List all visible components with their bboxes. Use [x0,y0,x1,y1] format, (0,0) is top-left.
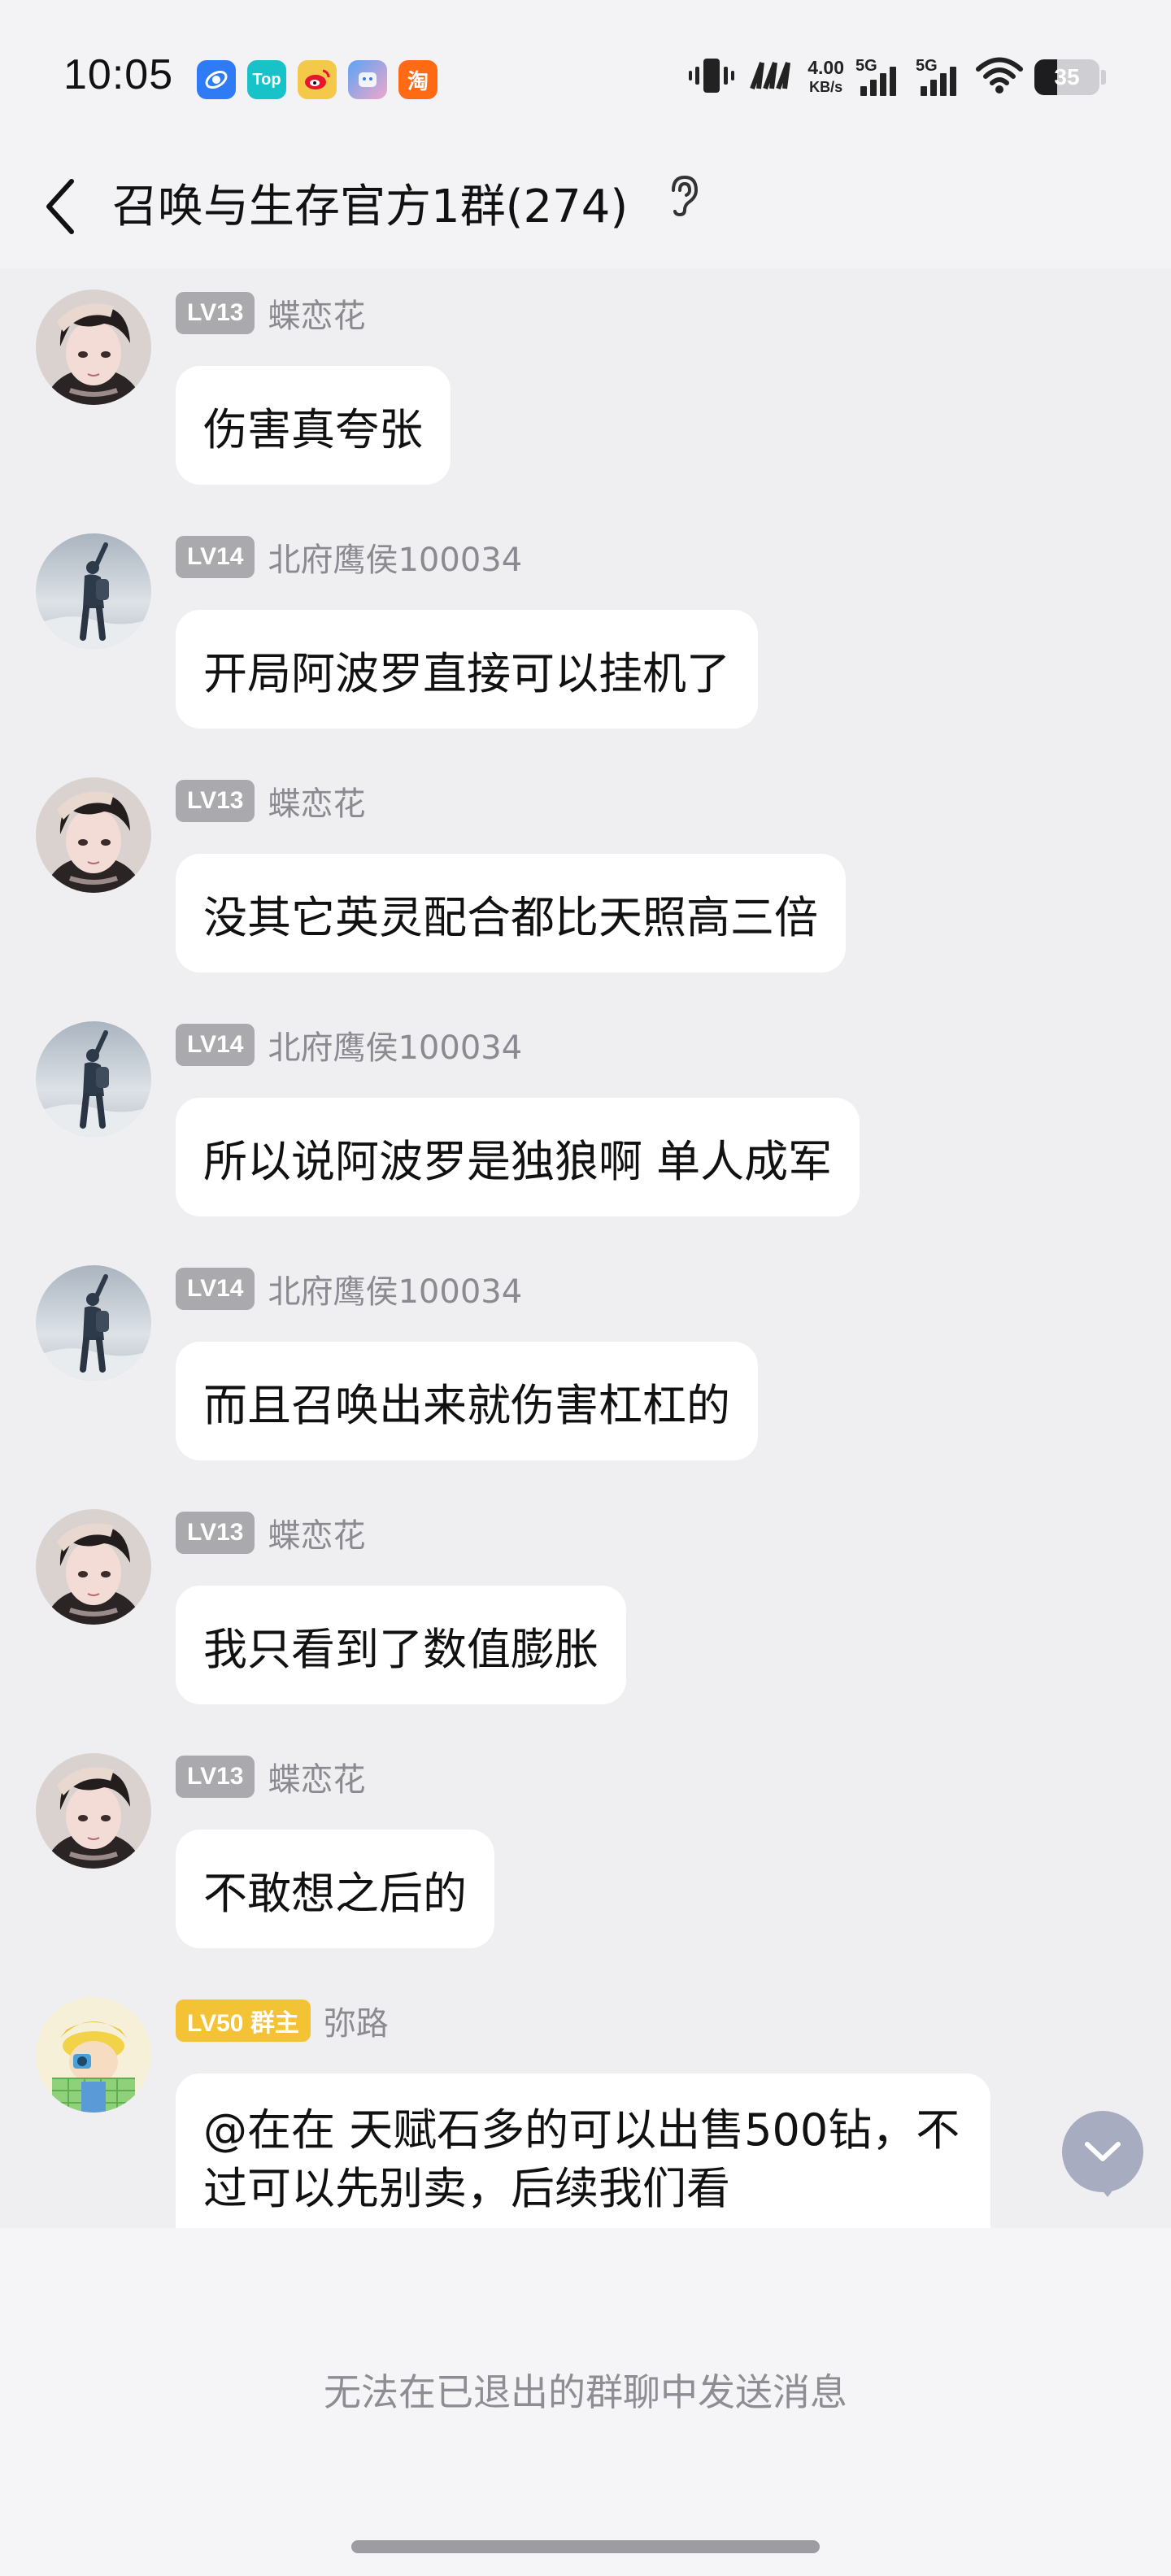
level-badge: LV13 [176,292,255,334]
message-row: LV14 北府鹰侯100034 而且召唤出来就伤害杠杠的 [0,1252,1171,1496]
level-badge: LV14 [176,1268,255,1310]
message-row: LV13 蝶恋花没其它英灵配合都比天照高三倍 [0,764,1171,1008]
message-bubble[interactable]: 我只看到了数值膨胀 [176,1586,626,1704]
sender-meta: LV13 蝶恋花 [176,1511,365,1555]
sender-meta: LV14 北府鹰侯100034 [176,1267,522,1311]
avatar[interactable] [36,533,151,649]
nfc-icon [747,59,796,95]
battery-indicator: 35 [1034,59,1099,95]
sender-meta: LV13 蝶恋花 [176,291,365,335]
ear-icon[interactable] [665,172,703,221]
level-badge: LV14 [176,536,255,578]
avatar[interactable] [36,1753,151,1869]
avatar[interactable] [36,289,151,405]
sender-name[interactable]: 北府鹰侯100034 [268,1265,522,1312]
chat-screen: 10:05 Top 淘 4.00 KB/s 5G 5G 35 召唤与生存官方1群… [0,0,1171,2576]
message-row: LV13 蝶恋花伤害真夸张 [0,276,1171,520]
status-time: 10:05 [63,51,174,98]
avatar[interactable] [36,1021,151,1137]
weibo-app-icon [298,60,337,99]
sender-meta: LV13 蝶恋花 [176,779,365,823]
sender-name[interactable]: 北府鹰侯100034 [268,533,522,581]
level-badge: LV13 [176,1756,255,1798]
level-badge: LV13 [176,780,255,822]
message-list[interactable]: LV13 蝶恋花 伤害真夸张 LV14 北府鹰侯100034 开局阿波罗直接可以挂机了 … [0,268,1171,2228]
message-bubble[interactable]: 没其它英灵配合都比天照高三倍 [176,854,846,973]
signal-1-icon: 5G [855,57,904,98]
browser-app-icon [197,60,236,99]
group-title[interactable]: 召唤与生存官方1群(274) [112,171,628,244]
exited-group-notice: 无法在已退出的群聊中发送消息 [324,2370,847,2414]
signal-2-icon: 5G [916,57,964,98]
scroll-to-bottom-button[interactable] [1062,2111,1143,2192]
notification-app-icons: Top 淘 [197,60,437,99]
level-badge: LV14 [176,1024,255,1066]
status-right-indicators: 4.00 KB/s 5G 5G 35 [687,50,1106,104]
message-bubble[interactable]: 不敢想之后的 [176,1830,494,1948]
finder-app-icon [348,60,387,99]
sender-name[interactable]: 蝶恋花 [268,1753,365,1800]
message-bubble[interactable]: 所以说阿波罗是独狼啊 单人成军 [176,1098,860,1216]
sender-meta: LV14 北府鹰侯100034 [176,535,522,579]
network-speed-unit: KB/s [809,79,843,95]
level-badge: LV13 [176,1512,255,1554]
message-bubble[interactable]: @在在 天赋石多的可以出售500钻，不过可以先别卖，后续我们看 [176,2073,990,2228]
message-bubble[interactable]: 伤害真夸张 [176,366,451,485]
level-badge: LV50 群主 [176,1999,311,2042]
sender-name[interactable]: 蝶恋花 [268,1509,365,1556]
network-speed-value: 4.00 [808,57,844,78]
message-row: LV13 蝶恋花不敢想之后的 [0,1740,1171,1984]
scroll-button-tail [1096,2182,1119,2197]
message-row: LV50 群主 弥路 @在在 天赋石多的可以出售500钻，不过可以先别卖，后续我们看 [0,1984,1171,2228]
message-bubble[interactable]: 而且召唤出来就伤害杠杠的 [176,1342,758,1460]
message-row: LV14 北府鹰侯100034 所以说阿波罗是独狼啊 单人成军 [0,1008,1171,1252]
wifi-icon [976,57,1023,98]
sender-name[interactable]: 蝶恋花 [268,289,365,337]
sender-name[interactable]: 北府鹰侯100034 [268,1021,522,1068]
home-indicator[interactable] [351,2540,820,2553]
sender-name[interactable]: 弥路 [324,1997,389,2044]
sender-meta: LV13 蝶恋花 [176,1755,365,1799]
back-button[interactable] [36,166,85,247]
sender-meta: LV14 北府鹰侯100034 [176,1023,522,1067]
vibrate-icon [687,55,736,99]
status-bar: 10:05 Top 淘 4.00 KB/s 5G 5G 35 [0,0,1171,154]
message-row: LV14 北府鹰侯100034 开局阿波罗直接可以挂机了 [0,520,1171,764]
avatar[interactable] [36,1509,151,1625]
sender-name[interactable]: 蝶恋花 [268,777,365,825]
message-row: LV13 蝶恋花我只看到了数值膨胀 [0,1496,1171,1740]
battery-cap [1101,70,1106,85]
message-bubble[interactable]: 开局阿波罗直接可以挂机了 [176,610,758,729]
taobao-app-icon: 淘 [398,60,437,99]
avatar[interactable] [36,777,151,893]
avatar[interactable] [36,1997,151,2113]
network-speed: 4.00 KB/s [808,58,844,97]
chat-header: 召唤与生存官方1群(274) [0,154,1171,268]
input-area-disabled: 无法在已退出的群聊中发送消息 [0,2228,1171,2576]
chevron-down-icon [1085,2142,1121,2161]
avatar[interactable] [36,1265,151,1381]
sender-meta: LV50 群主 弥路 [176,1999,389,2043]
battery-level: 35 [1054,64,1080,89]
top-app-icon: Top [247,60,286,99]
chevron-left-icon [46,179,74,234]
